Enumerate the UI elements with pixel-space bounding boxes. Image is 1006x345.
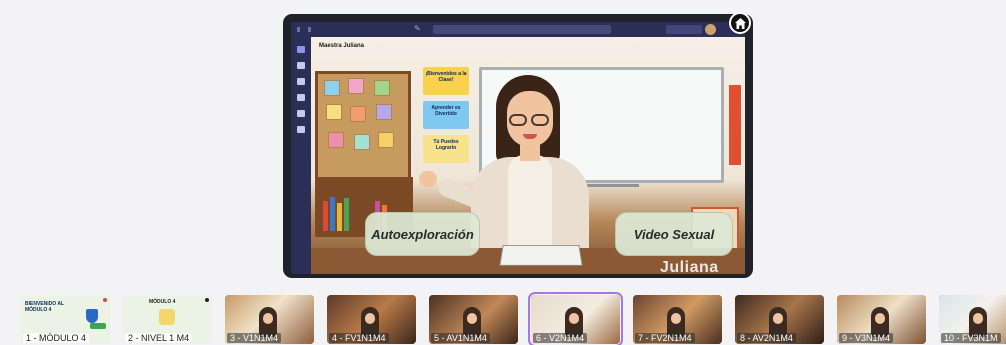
drawing: [326, 104, 342, 120]
video-sexual-button[interactable]: Video Sexual: [615, 212, 733, 256]
drawing: [376, 104, 392, 120]
book: [330, 197, 335, 231]
teacher-nameplate: Juliana: [660, 259, 719, 274]
slide-thumbnail-active[interactable]: 6 - V2N1M4: [528, 292, 623, 345]
marker-dot: [205, 298, 209, 302]
drawing: [374, 80, 390, 96]
sign-learn: Aprender es Divertido: [423, 101, 469, 129]
drawing: [324, 80, 340, 96]
rail-icon: [297, 46, 305, 53]
sign-welcome: ¡Bienvenidos a la Clase!: [423, 67, 469, 95]
rail-icon: [297, 78, 305, 85]
slide-screen: ✎ Maestra Juliana ¡Bienvenidos a la Clas…: [291, 22, 745, 274]
slide-thumbnail[interactable]: 9 - V3N1M4: [837, 295, 926, 344]
slide-thumbnail[interactable]: BIENVENIDO AL MÓDULO 4 1 - MÓDULO 4: [21, 295, 110, 344]
wall-poster: [729, 85, 741, 165]
teacher-hand: [419, 171, 437, 187]
thumbnail-label: 6 - V2N1M4: [533, 333, 588, 343]
thumbnail-label: 1 - MÓDULO 4: [23, 333, 90, 343]
teacher-neck: [520, 145, 540, 161]
thumbnail-label: 9 - V3N1M4: [839, 333, 894, 343]
classroom-signs: ¡Bienvenidos a la Clase! Aprender es Div…: [423, 67, 469, 169]
rail-icon: [297, 126, 305, 133]
rail-icon: [297, 94, 305, 101]
slide-thumbnail[interactable]: 3 - V1N1M4: [225, 295, 314, 344]
rail-icon: [297, 110, 305, 117]
marker-dot: [103, 298, 107, 302]
corkboard: [315, 71, 411, 189]
slide-thumbnail[interactable]: 8 - AV2N1M4: [735, 295, 824, 344]
slide-thumbnail[interactable]: 10 - FV3N1M: [939, 295, 1006, 344]
desk-paper: [499, 244, 583, 266]
slide-thumbnail[interactable]: 7 - FV2N1M4: [633, 295, 722, 344]
thumbnail-image: [159, 309, 175, 325]
gear-icon: ✎: [414, 24, 421, 33]
room-title: Maestra Juliana: [319, 43, 365, 49]
drawing: [328, 132, 344, 148]
thumbnail-title: BIENVENIDO AL MÓDULO 4: [25, 301, 64, 313]
user-name-chip: [666, 25, 702, 34]
book: [337, 203, 342, 231]
thumbnail-label: 5 - AV1N1M4: [431, 333, 490, 343]
autoexploracion-button[interactable]: Autoexploración: [365, 212, 480, 256]
drawing: [378, 132, 394, 148]
rail-icon: [297, 62, 305, 69]
shield-icon: [86, 309, 98, 323]
slide-thumbnail[interactable]: 5 - AV1N1M4: [429, 295, 518, 344]
book: [344, 198, 349, 231]
thumbnail-label: 10 - FV3N1M: [941, 333, 1001, 343]
thumbnail-title: MÓDULO 4: [149, 299, 176, 305]
drawing: [354, 134, 370, 150]
drawing: [350, 106, 366, 122]
drawing: [348, 78, 364, 94]
home-button[interactable]: [729, 12, 751, 34]
thumbnail-button: [90, 323, 106, 329]
thumbnail-label: 8 - AV2N1M4: [737, 333, 796, 343]
classroom-scene: Maestra Juliana ¡Bienvenidos a la Clase!…: [311, 37, 745, 274]
glasses-icon: [507, 114, 553, 126]
slide-preview: ✎ Maestra Juliana ¡Bienvenidos a la Clas…: [283, 14, 753, 278]
teams-topbar: ✎: [291, 22, 745, 37]
whiteboard-tray: [579, 184, 639, 187]
slide-thumbnail[interactable]: MÓDULO 4 2 - NIVEL 1 M4: [123, 295, 212, 344]
home-icon: [735, 18, 746, 29]
search-bar: [433, 25, 611, 34]
teacher-sweater: [508, 155, 552, 250]
thumbnail-label: 4 - FV1N1M4: [329, 333, 389, 343]
thumbnail-label: 7 - FV2N1M4: [635, 333, 695, 343]
slide-thumbnail[interactable]: 4 - FV1N1M4: [327, 295, 416, 344]
avatar: [705, 24, 716, 35]
app-rail: [291, 37, 311, 274]
nav-arrows-icon: [297, 27, 311, 32]
thumbnail-label: 2 - NIVEL 1 M4: [125, 333, 193, 343]
book: [323, 201, 328, 231]
thumbnail-label: 3 - V1N1M4: [227, 333, 282, 343]
sign-can-do: Tú Puedes Lograrlo: [423, 135, 469, 163]
